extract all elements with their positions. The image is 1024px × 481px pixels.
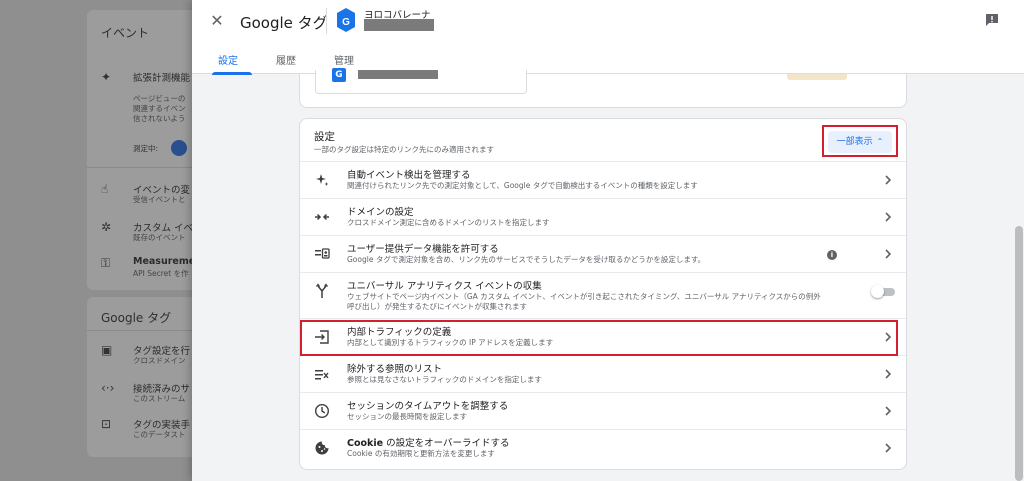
tab-admin[interactable]: 管理: [334, 52, 354, 67]
install-icon: ⊡: [101, 417, 112, 431]
setting-row-excluded-referrals[interactable]: 除外する参照のリスト 参照とは見なさないトラフィックのドメインを指定します: [300, 355, 906, 392]
bg-events-title: イベント: [101, 26, 150, 40]
chevron-right-icon: [885, 443, 892, 453]
destination-chip[interactable]: G: [315, 68, 527, 94]
eye-icon: [171, 140, 187, 156]
setting-row-desc: 参照とは見なさないトラフィックのドメインを指定します: [347, 375, 542, 384]
chevron-right-icon: [885, 212, 892, 222]
setting-row-desc: 関連付けられたリンク先での測定対象として、Google タグで自動検出するイベン…: [347, 181, 698, 190]
chevron-right-icon: [885, 175, 892, 185]
click-icon: ✲: [101, 220, 112, 234]
setting-row-desc-line2: 呼び出し）が発生するたびにイベントが収集されます: [347, 302, 527, 311]
code-icon: ‹·›: [101, 381, 115, 395]
destination-chip-partial: [787, 74, 847, 80]
redacted-id: [364, 19, 434, 31]
settings-subtitle: 一部のタグ設定は特定のリンク先にのみ適用されます: [314, 145, 494, 154]
exclude-list-icon: [315, 370, 329, 380]
setting-row-desc: Google タグで測定対象を含め、リンク先のサービスでそうしたデータを受け取る…: [347, 255, 706, 264]
active-tab-indicator: [212, 72, 252, 75]
touch-icon: ☝: [101, 182, 109, 196]
chevron-right-icon: [885, 369, 892, 379]
chevron-right-icon: [885, 249, 892, 259]
setting-row-domains[interactable]: ドメインの設定 クロスドメイン測定に含めるドメインのリストを指定します: [300, 198, 906, 235]
close-icon[interactable]: ✕: [206, 10, 228, 32]
setting-row-title: 自動イベント検出を管理する: [347, 170, 471, 181]
setting-row-user-data[interactable]: ユーザー提供データ機能を許可する Google タグで測定対象を含め、リンク先の…: [300, 235, 906, 272]
feedback-icon[interactable]: [984, 12, 1000, 28]
svg-text:G: G: [342, 17, 350, 28]
cookie-icon: [315, 441, 329, 455]
clock-icon: [314, 403, 330, 419]
tab-history[interactable]: 履歴: [276, 52, 296, 67]
setting-row-title: セッションのタイムアウトを調整する: [347, 401, 509, 412]
drawer-title: Google タグ: [240, 14, 328, 32]
key-icon: ⚿: [101, 256, 111, 270]
scrollbar-thumb[interactable]: [1015, 226, 1023, 481]
setting-row-cookie[interactable]: Cookie の設定をオーバーライドする Cookie の有効期限と更新方法を変…: [300, 429, 906, 466]
setting-row-title: ユニバーサル アナリティクス イベントの収集: [347, 281, 542, 292]
setting-row-title: Cookie の設定をオーバーライドする: [347, 438, 510, 449]
settings-card: 設定 一部のタグ設定は特定のリンク先にのみ適用されます 一部表示 ⌃ 自動イベント…: [299, 118, 907, 470]
fork-icon: [315, 283, 329, 298]
google-g-icon: G: [332, 68, 346, 82]
highlight-box-internal-traffic: [300, 320, 898, 356]
user-data-icon: [315, 248, 330, 259]
ua-events-toggle[interactable]: [871, 285, 895, 298]
setting-row-desc: クロスドメイン測定に含めるドメインのリストを指定します: [347, 218, 550, 227]
setting-row-title: 除外する参照のリスト: [347, 364, 443, 375]
tab-settings[interactable]: 設定: [218, 52, 238, 67]
bg-measuring-label: 測定中:: [133, 144, 159, 153]
redacted-destination: [358, 70, 438, 79]
setting-row-title: ドメインの設定: [347, 207, 414, 218]
sparkle-icon: ✦: [101, 70, 112, 84]
drawer-header: ✕ Google タグ G ヨロコバレーナ 設定 履歴 管理: [192, 0, 1024, 75]
bg-google-tag-card: Google タグ ▣ タグ設定を行 クロスドメイン ‹·› 接続済みのサ この…: [87, 297, 207, 457]
setting-row-desc: セッションの最長時間を設定します: [347, 412, 467, 421]
setting-row-session-timeout[interactable]: セッションのタイムアウトを調整する セッションの最長時間を設定します: [300, 392, 906, 429]
setting-row-ua-events[interactable]: ユニバーサル アナリティクス イベントの収集 ウェブサイトでページ内イベント（G…: [300, 272, 906, 318]
bg-events-card: イベント ✦ 拡張計測機能 ページビューの 関連するイベン 信されないよう 測定…: [87, 10, 207, 290]
highlight-box: [822, 125, 898, 157]
tag-settings-icon: ▣: [101, 343, 113, 357]
info-icon[interactable]: i: [827, 250, 837, 260]
google-tag-drawer: ✕ Google タグ G ヨロコバレーナ 設定 履歴 管理 G 設定 一部のタ…: [192, 0, 1024, 481]
settings-title: 設定: [314, 131, 335, 143]
bg-google-tag-title: Google タグ: [101, 311, 172, 325]
google-tag-icon: G: [337, 8, 355, 32]
destinations-card: G: [299, 68, 907, 108]
setting-row-auto-event[interactable]: 自動イベント検出を管理する 関連付けられたリンク先での測定対象として、Googl…: [300, 161, 906, 198]
setting-row-title: ユーザー提供データ機能を許可する: [347, 244, 499, 255]
setting-row-desc: Cookie の有効期限と更新方法を変更します: [347, 449, 495, 458]
chevron-right-icon: [885, 406, 892, 416]
sparkle-icon: [316, 174, 329, 186]
merge-arrows-icon: [315, 213, 329, 221]
